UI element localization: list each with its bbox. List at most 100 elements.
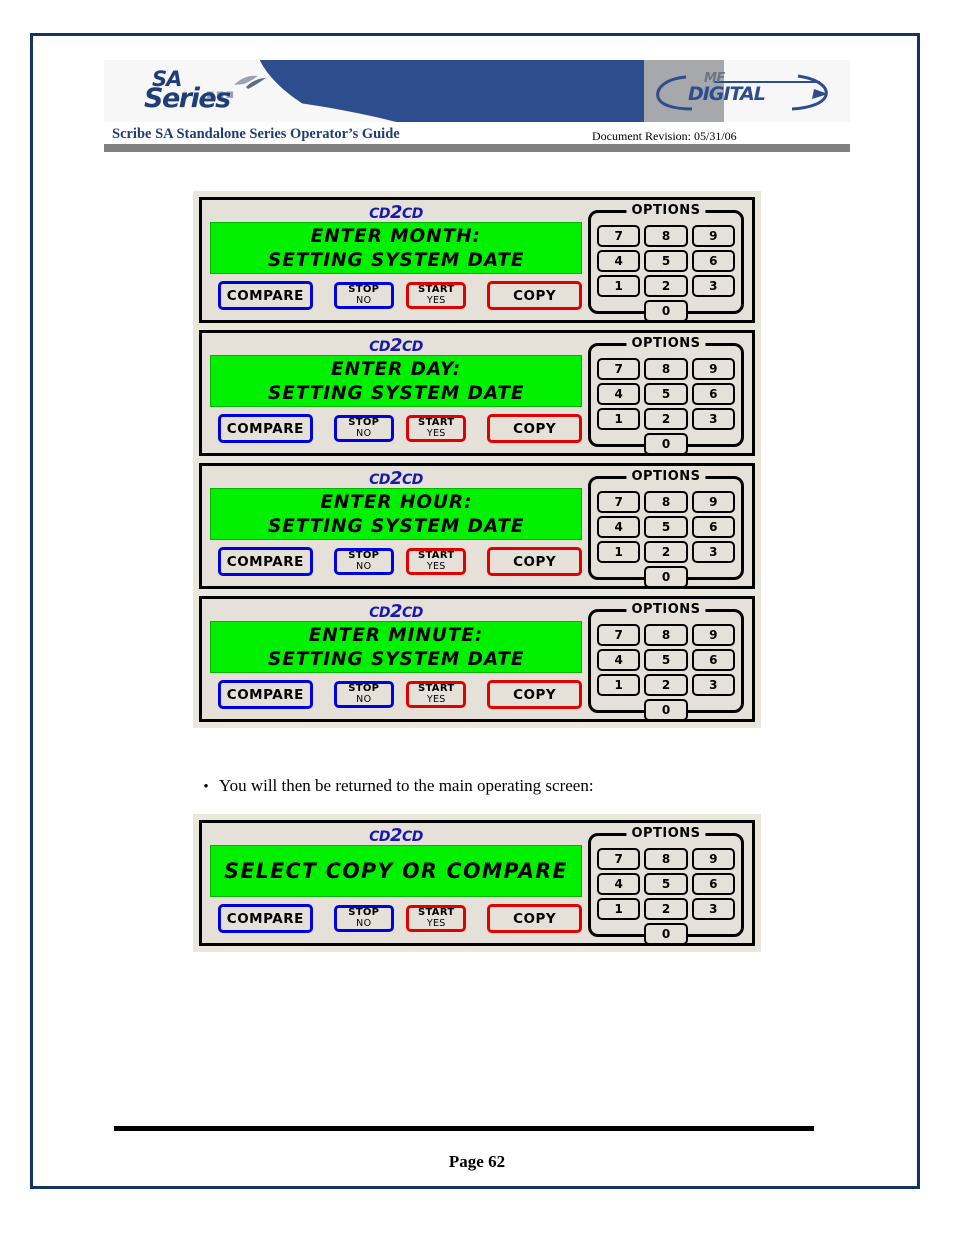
key-5[interactable]: 5 (644, 873, 688, 895)
device-left-section: CD2CD ENTER HOUR: SETTING SYSTEM DATE CO… (210, 470, 582, 576)
page-number: Page 62 (448, 1152, 506, 1171)
key-3[interactable]: 3 (691, 541, 735, 563)
key-4[interactable]: 4 (597, 516, 641, 538)
key-2[interactable]: 2 (644, 898, 688, 920)
copy-button[interactable]: COPY (487, 680, 582, 709)
key-3[interactable]: 3 (691, 275, 735, 297)
lcd-display-enter-hour: ENTER HOUR: SETTING SYSTEM DATE (210, 488, 582, 540)
key-3[interactable]: 3 (691, 898, 735, 920)
cd2cd-prefix: CD (369, 472, 390, 488)
key-9[interactable]: 9 (691, 848, 735, 870)
cd2cd-suffix: CD (402, 605, 423, 621)
key-8[interactable]: 8 (644, 358, 688, 380)
key-7[interactable]: 7 (597, 624, 641, 646)
compare-button[interactable]: COMPARE (218, 281, 313, 310)
instruction-bullet: • You will then be returned to the main … (193, 776, 761, 796)
stop-no-button[interactable]: STOP NO (333, 548, 394, 575)
key-8[interactable]: 8 (644, 225, 688, 247)
stop-no-button[interactable]: STOP NO (333, 415, 394, 442)
start-yes-button[interactable]: START YES (406, 282, 467, 309)
key-0[interactable]: 0 (644, 923, 688, 945)
key-2[interactable]: 2 (644, 408, 688, 430)
compare-button[interactable]: COMPARE (218, 547, 313, 576)
key-4[interactable]: 4 (597, 250, 641, 272)
key-7[interactable]: 7 (597, 491, 641, 513)
options-keypad: OPTIONS 7 8 9 4 5 6 1 2 3 0 (588, 826, 744, 945)
key-5[interactable]: 5 (644, 649, 688, 671)
compare-button[interactable]: COMPARE (218, 904, 313, 933)
copy-button[interactable]: COPY (487, 904, 582, 933)
no-label: NO (356, 560, 372, 572)
key-1[interactable]: 1 (597, 674, 641, 696)
key-4[interactable]: 4 (597, 873, 641, 895)
copy-button[interactable]: COPY (487, 414, 582, 443)
cd2cd-mid: 2 (389, 202, 403, 223)
key-6[interactable]: 6 (691, 383, 735, 405)
device-left-section: CD2CD SELECT COPY OR COMPARE COMPARE STO… (210, 827, 582, 933)
stop-no-button[interactable]: STOP NO (333, 282, 394, 309)
key-6[interactable]: 6 (691, 873, 735, 895)
lcd-line-1: ENTER MINUTE: (308, 624, 484, 646)
key-1[interactable]: 1 (597, 408, 641, 430)
key-7[interactable]: 7 (597, 358, 641, 380)
key-5[interactable]: 5 (644, 250, 688, 272)
copy-button[interactable]: COPY (487, 547, 582, 576)
key-9[interactable]: 9 (691, 358, 735, 380)
device-button-row: COMPARE STOP NO START YES COPY (210, 680, 582, 709)
key-9[interactable]: 9 (691, 491, 735, 513)
cd2cd-logo: CD2CD (210, 337, 582, 356)
start-yes-button[interactable]: START YES (406, 905, 467, 932)
start-yes-button[interactable]: START YES (406, 548, 467, 575)
document-revision: Document Revision: 05/31/06 (592, 129, 737, 143)
key-0[interactable]: 0 (644, 566, 688, 588)
key-8[interactable]: 8 (644, 848, 688, 870)
key-1[interactable]: 1 (597, 541, 641, 563)
key-3[interactable]: 3 (691, 674, 735, 696)
key-2[interactable]: 2 (644, 541, 688, 563)
key-5[interactable]: 5 (644, 383, 688, 405)
key-0[interactable]: 0 (644, 433, 688, 455)
keypad-grid: 7 8 9 4 5 6 1 2 3 0 (597, 358, 735, 455)
device-panel-enter-day: CD2CD ENTER DAY: SETTING SYSTEM DATE COM… (199, 330, 755, 456)
key-6[interactable]: 6 (691, 649, 735, 671)
key-3[interactable]: 3 (691, 408, 735, 430)
key-2[interactable]: 2 (644, 275, 688, 297)
start-yes-button[interactable]: START YES (406, 415, 467, 442)
lcd-line-2: SETTING SYSTEM DATE (267, 515, 525, 537)
key-1[interactable]: 1 (597, 898, 641, 920)
instruction-text: You will then be returned to the main op… (219, 776, 594, 795)
key-8[interactable]: 8 (644, 624, 688, 646)
key-9[interactable]: 9 (691, 225, 735, 247)
cd2cd-logo: CD2CD (210, 202, 582, 223)
key-2[interactable]: 2 (644, 674, 688, 696)
bird-icon (234, 75, 266, 89)
no-label: NO (356, 427, 372, 439)
compare-button[interactable]: COMPARE (218, 414, 313, 443)
compare-button[interactable]: COMPARE (218, 680, 313, 709)
key-9[interactable]: 9 (691, 624, 735, 646)
key-0[interactable]: 0 (644, 699, 688, 721)
cd2cd-suffix: CD (402, 206, 423, 222)
key-5[interactable]: 5 (644, 516, 688, 538)
start-yes-button[interactable]: START YES (406, 681, 467, 708)
stop-no-button[interactable]: STOP NO (333, 681, 394, 708)
key-8[interactable]: 8 (644, 491, 688, 513)
lcd-line-1: ENTER MONTH: (310, 225, 482, 247)
key-1[interactable]: 1 (597, 275, 641, 297)
key-0[interactable]: 0 (644, 300, 688, 322)
key-4[interactable]: 4 (597, 383, 641, 405)
stop-no-button[interactable]: STOP NO (333, 905, 394, 932)
key-7[interactable]: 7 (597, 225, 641, 247)
cd2cd-logo: CD2CD (210, 827, 582, 846)
copy-button[interactable]: COPY (487, 281, 582, 310)
key-7[interactable]: 7 (597, 848, 641, 870)
options-legend: OPTIONS (626, 826, 706, 841)
options-legend: OPTIONS (626, 469, 706, 484)
key-4[interactable]: 4 (597, 649, 641, 671)
device-button-row: COMPARE STOP NO START YES COPY (210, 547, 582, 576)
key-6[interactable]: 6 (691, 516, 735, 538)
key-6[interactable]: 6 (691, 250, 735, 272)
device-panel-enter-hour: CD2CD ENTER HOUR: SETTING SYSTEM DATE CO… (199, 463, 755, 589)
cd2cd-suffix: CD (402, 829, 423, 845)
keypad-grid: 7 8 9 4 5 6 1 2 3 0 (597, 225, 735, 322)
